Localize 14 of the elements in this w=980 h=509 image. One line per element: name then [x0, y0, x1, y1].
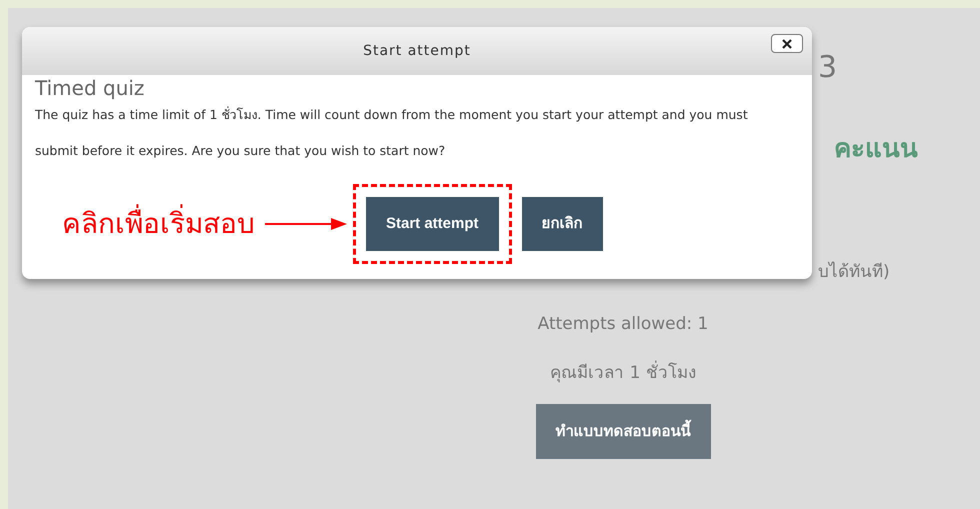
time-limit-text: คุณมีเวลา 1 ชั่วโมง: [550, 360, 696, 386]
quiz-title: 3: [818, 50, 838, 86]
dialog-heading: Timed quiz: [35, 75, 144, 101]
quiz-note: บได้ทันที): [818, 260, 890, 284]
arrow-icon: [265, 217, 347, 231]
close-icon: [782, 38, 792, 48]
attempts-text: Attempts allowed: 1: [538, 313, 708, 336]
attempt-quiz-button[interactable]: ทำแบบทดสอบตอนนี้: [536, 404, 710, 459]
dialog-button[interactable]: Start attempt: [366, 197, 499, 251]
close-button[interactable]: [771, 34, 803, 53]
dialog-button[interactable]: ยกเลิก: [522, 197, 603, 251]
dialog-message: The quiz has a time limit of 1 ชั่วโมง. Time will count down from the moment you start your attempt and you must submit before it expires. Are you sure that you wish to start now?: [35, 105, 749, 160]
dialog-title: Start attempt: [363, 42, 471, 60]
quiz-score: คะแนน: [834, 133, 918, 166]
